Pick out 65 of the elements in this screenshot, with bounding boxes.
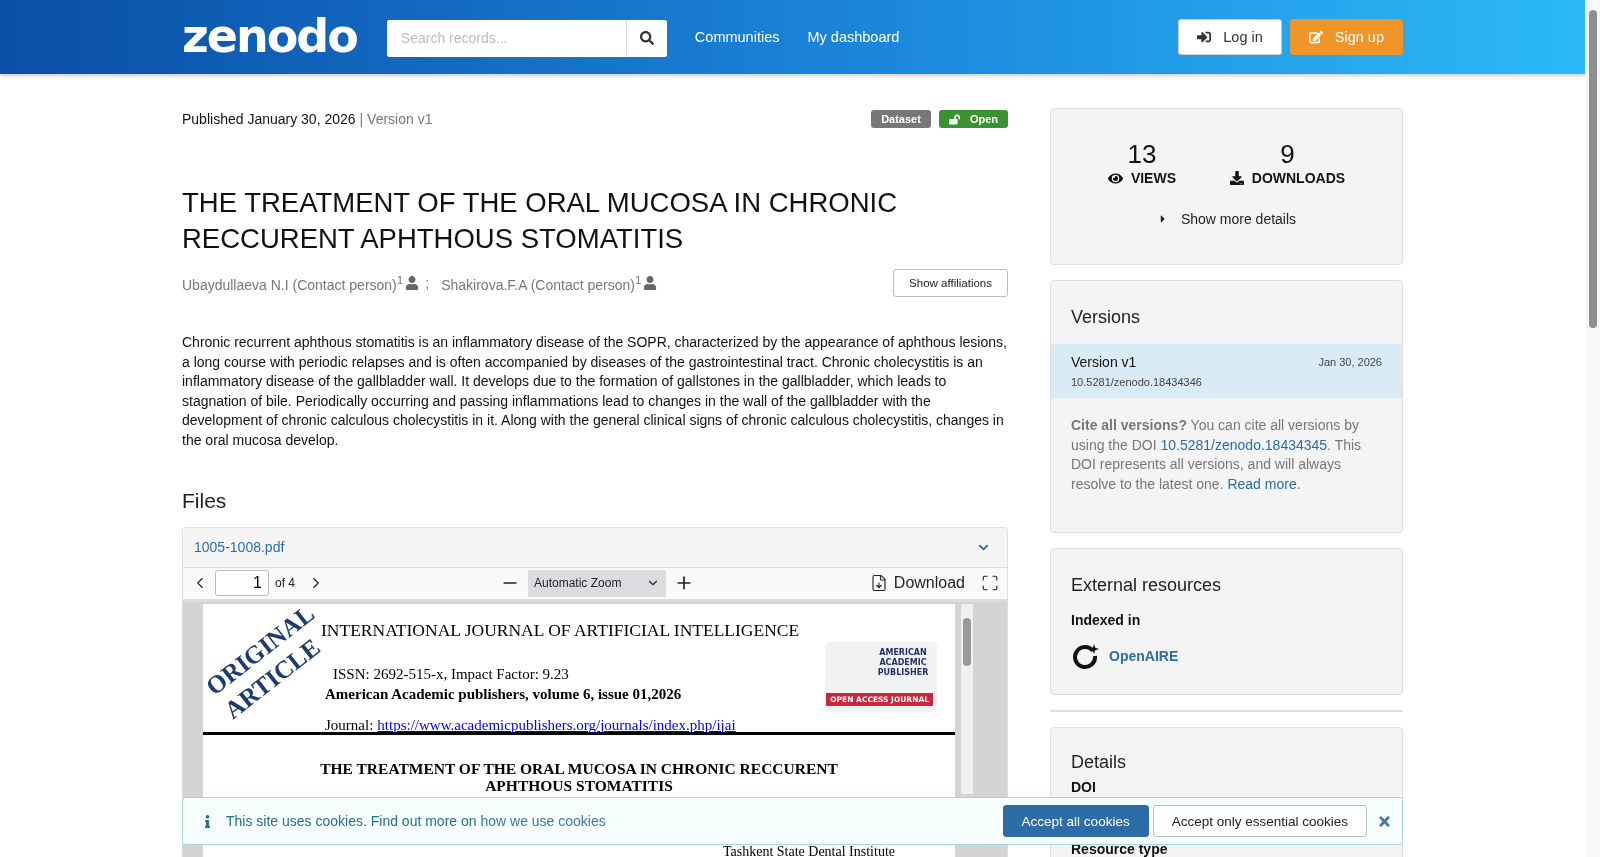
- nav-link[interactable]: Communities: [694, 29, 780, 45]
- show-more-details-button[interactable]: Show more details: [1150, 210, 1303, 228]
- journal-title: INTERNATIONAL JOURNAL OF ARTIFICIAL INTELLIGENCE: [321, 619, 801, 641]
- file-link[interactable]: 1005-1008.pdf: [194, 539, 285, 556]
- version-name[interactable]: Version v1: [1071, 354, 1137, 370]
- sign-in-icon: [1197, 30, 1212, 44]
- openaire-link[interactable]: OpenAIRE: [1109, 648, 1179, 665]
- detail-label: Resource type: [1071, 841, 1168, 857]
- download-icon: [869, 574, 888, 593]
- type-badge: Dataset: [871, 110, 931, 128]
- abstract-text: Chronic recurrent aphthous stomatitis is an inflammatory disease of the SOPR, characterized by the appearance of aphthous lesions, a long course with periodic relapses and is often accompanied by diseases of the gastrointestinal tract. Chronic cholecystitis is an inflammatory disease of the gallbladder wall. It develops due to the formation of gallstones in the gallbladder, which leads to stagnation of bile. Periodically occurring and passing inflammations lead to changes in the wall of the gallbladder with the development of chronic calculous cholecystitis in it. Along with the general clinical signs of chronic calculous cholecystitis, changes in the oral mucosa develop.: [182, 333, 1008, 450]
- version-date: Jan 30, 2026: [1318, 356, 1382, 368]
- cite-all-versions-text: Cite all versions? You can cite all versions by using the DOI 10.5281/zenodo.18434345. This DOI represents all versions, and will always resolve to the latest one. Read more.: [1070, 416, 1363, 494]
- search-button[interactable]: [625, 19, 667, 57]
- stat-value: 13: [1127, 139, 1157, 170]
- record-title: THE TREATMENT OF THE ORAL MUCOSA IN CHRONIC RECCURENT APHTHOUS STOMATITIS: [182, 186, 899, 256]
- zoom-select[interactable]: Automatic Zoom: [528, 569, 666, 597]
- author-name[interactable]: Shakirova.F.A (Contact person)$^{1}$: [441, 273, 642, 293]
- page-count: of 4: [275, 576, 295, 591]
- indexed-in-label: Indexed in: [1070, 612, 1142, 629]
- unlock-icon: [948, 113, 960, 125]
- paper-title: THE TREATMENT OF THE ORAL MUCOSA IN CHRONIC RECCURENT APHTHOUS STOMATITIS: [319, 759, 839, 794]
- access-badge: Open: [938, 110, 1008, 128]
- close-icon: [1377, 813, 1392, 829]
- page-number-field[interactable]: 1: [215, 570, 269, 597]
- journal-label: Journal:: [325, 716, 374, 734]
- publication-date: Published January 30, 2026: [182, 111, 356, 127]
- search-icon: [639, 31, 654, 45]
- issn-text: ISSN: 2692-515-x, Impact Factor: 9.23: [333, 665, 570, 683]
- circular-arrow-icon: [1071, 642, 1099, 671]
- read-more-link[interactable]: Read more: [1227, 475, 1297, 492]
- person-icon: [405, 276, 420, 290]
- accept-essential-cookies-button[interactable]: Accept only essential cookies: [1152, 805, 1367, 837]
- stat-label: DOWNLOADS: [1229, 170, 1346, 186]
- accept-all-cookies-button[interactable]: Accept all cookies: [1002, 805, 1149, 837]
- files-heading: Files: [182, 488, 228, 513]
- journal-link[interactable]: https://www.academicpublishers.org/journals/index.php/ijai: [377, 716, 736, 734]
- site-logo[interactable]: zenodo: [182, 8, 357, 66]
- detail-label: DOI: [1071, 779, 1096, 796]
- login-button[interactable]: Log in: [1178, 19, 1282, 55]
- author-name[interactable]: Ubaydullaeva N.I (Contact person)$^{1}$: [182, 273, 404, 293]
- version-item[interactable]: Version v1 Jan 30, 2026 10.5281/zenodo.18434346: [1051, 344, 1402, 398]
- cookie-notice-text: This site uses cookies. Find out more on how we use cookies: [226, 813, 606, 829]
- version-label: | Version v1: [359, 111, 433, 127]
- person-icon: [643, 276, 658, 290]
- stat-label: VIEWS: [1107, 170, 1176, 186]
- version-doi: 10.5281/zenodo.18434346: [1071, 376, 1203, 388]
- author-separator: ;: [425, 275, 430, 291]
- close-button[interactable]: [1377, 813, 1392, 829]
- edit-icon: [1308, 30, 1323, 44]
- external-resources-heading: External resources: [1070, 574, 1223, 598]
- nav-link[interactable]: My dashboard: [807, 29, 900, 45]
- stat-value: 9: [1280, 139, 1295, 170]
- search-field[interactable]: Search records...: [386, 19, 667, 57]
- download-button[interactable]: Download: [863, 573, 971, 594]
- show-affiliations-button[interactable]: Show affiliations: [893, 269, 1008, 297]
- publisher-line: American Academic publishers, volume 6, issue 01,2026: [325, 685, 683, 703]
- details-heading: Details: [1070, 751, 1128, 775]
- cookie-policy-link[interactable]: how we use cookies: [480, 813, 606, 829]
- affiliation-text: Tashkent State Dental Institute: [721, 845, 896, 857]
- versions-heading: Versions: [1070, 306, 1142, 329]
- page-scrollbar[interactable]: [1585, 0, 1600, 857]
- download-icon: [1229, 171, 1244, 185]
- scrollbar[interactable]: [961, 603, 973, 794]
- fullscreen-icon[interactable]: [981, 574, 999, 593]
